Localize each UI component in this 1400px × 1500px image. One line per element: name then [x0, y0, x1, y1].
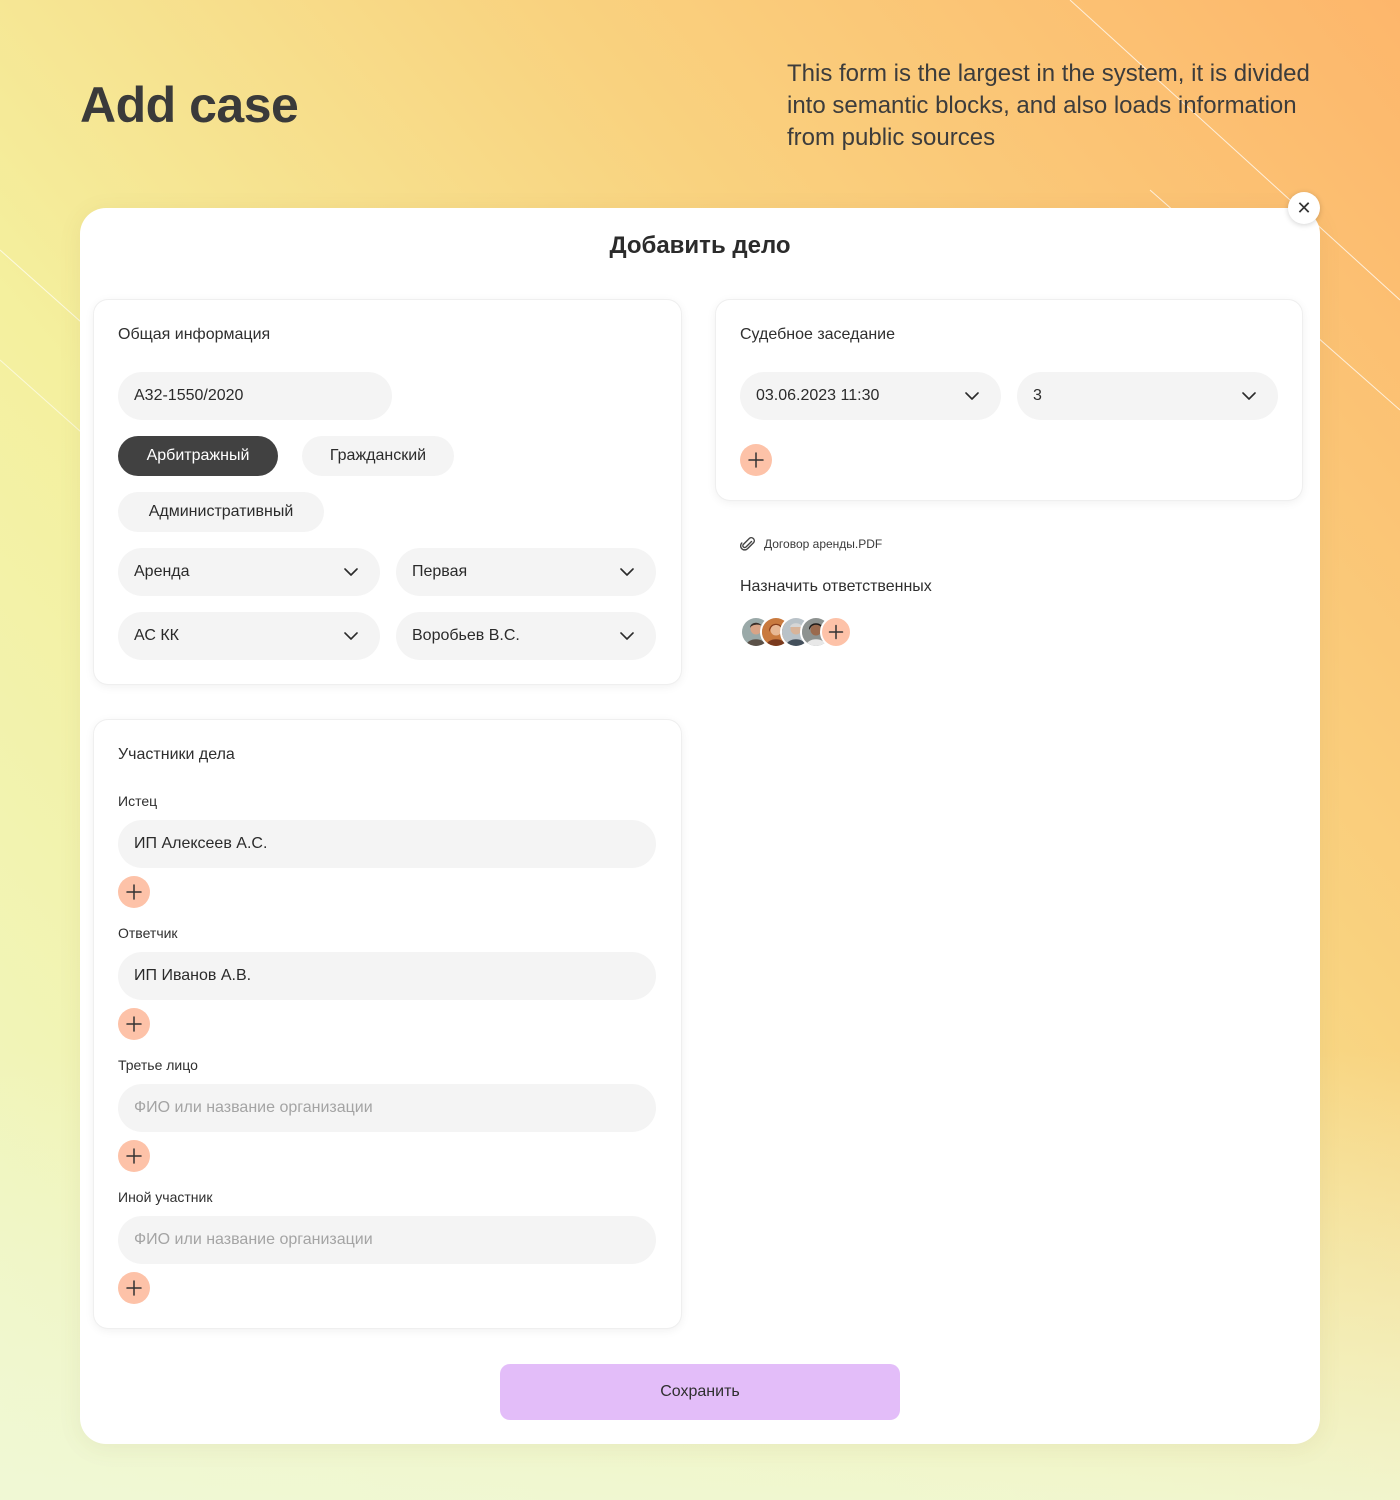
hearing-room-value: 3	[1033, 387, 1042, 404]
third-party-label: Третье лицо	[118, 1057, 198, 1073]
add-defendant-button[interactable]	[118, 1008, 150, 1040]
modal-title: Добавить дело	[609, 232, 791, 259]
assignees-group	[740, 616, 860, 648]
add-other-participant-button[interactable]	[118, 1272, 150, 1304]
close-icon: ✕	[1296, 198, 1312, 218]
attachment-link[interactable]: Договор аренды.PDF	[740, 535, 882, 553]
close-button[interactable]: ✕	[1288, 192, 1320, 224]
add-plaintiff-button[interactable]	[118, 876, 150, 908]
plus-icon	[126, 1016, 142, 1032]
case-number-value: А32-1550/2020	[134, 387, 244, 404]
category-select[interactable]: Аренда	[118, 548, 380, 596]
plaintiff-value: ИП Алексеев А.С.	[134, 835, 268, 852]
hearing-title: Судебное заседание	[740, 326, 896, 343]
hearing-room-select[interactable]: 3	[1017, 372, 1278, 420]
judge-value: Воробьев В.С.	[412, 627, 520, 644]
chevron-down-icon	[1242, 389, 1256, 403]
plus-icon	[126, 1280, 142, 1296]
case-number-field[interactable]: А32-1550/2020	[118, 372, 392, 420]
add-third-party-button[interactable]	[118, 1140, 150, 1172]
hearing-datetime-value: 03.06.2023 11:30	[756, 387, 880, 404]
instance-select[interactable]: Первая	[396, 548, 656, 596]
case-type-label: Административный	[148, 503, 294, 520]
save-button-label: Сохранить	[660, 1383, 740, 1400]
assign-responsible-label: Назначить ответственных	[740, 578, 932, 595]
case-type-civil-pill[interactable]: Гражданский	[302, 436, 454, 476]
court-select[interactable]: АС КК	[118, 612, 380, 660]
category-value: Аренда	[134, 563, 190, 580]
case-type-label: Гражданский	[329, 447, 427, 464]
plaintiff-field[interactable]: ИП Алексеев А.С.	[118, 820, 656, 868]
other-participant-label: Иной участник	[118, 1189, 213, 1205]
chevron-down-icon	[620, 565, 634, 579]
instance-value: Первая	[412, 563, 468, 580]
plus-icon	[126, 884, 142, 900]
chevron-down-icon	[965, 389, 979, 403]
case-type-label: Арбитражный	[146, 447, 250, 464]
attachment-filename: Договор аренды.PDF	[764, 537, 883, 551]
defendant-value: ИП Иванов А.В.	[134, 967, 252, 984]
judge-select[interactable]: Воробьев В.С.	[396, 612, 656, 660]
hero-title: Add case	[80, 77, 299, 133]
other-participant-field[interactable]: ФИО или название организации	[118, 1216, 656, 1264]
third-party-placeholder: ФИО или название организации	[134, 1099, 373, 1116]
hero-description: This form is the largest in the system, …	[787, 60, 1310, 151]
court-value: АС КК	[134, 627, 179, 644]
add-hearing-button[interactable]	[740, 444, 772, 476]
defendant-field[interactable]: ИП Иванов А.В.	[118, 952, 656, 1000]
third-party-field[interactable]: ФИО или название организации	[118, 1084, 656, 1132]
chevron-down-icon	[344, 565, 358, 579]
paperclip-icon	[740, 537, 755, 551]
add-assignee-button[interactable]	[820, 616, 852, 648]
plus-icon	[748, 452, 764, 468]
save-button[interactable]: Сохранить	[500, 1364, 900, 1420]
chevron-down-icon	[620, 629, 634, 643]
case-type-arbitration-pill[interactable]: Арбитражный	[118, 436, 278, 476]
hearing-datetime-select[interactable]: 03.06.2023 11:30	[740, 372, 1001, 420]
plus-icon	[828, 624, 844, 640]
general-info-title: Общая информация	[118, 326, 271, 343]
defendant-label: Ответчик	[118, 925, 178, 941]
participants-title: Участники дела	[118, 746, 235, 763]
chevron-down-icon	[344, 629, 358, 643]
plaintiff-label: Истец	[118, 793, 158, 809]
other-participant-placeholder: ФИО или название организации	[134, 1231, 373, 1248]
plus-icon	[126, 1148, 142, 1164]
case-type-administrative-pill[interactable]: Административный	[118, 492, 324, 532]
